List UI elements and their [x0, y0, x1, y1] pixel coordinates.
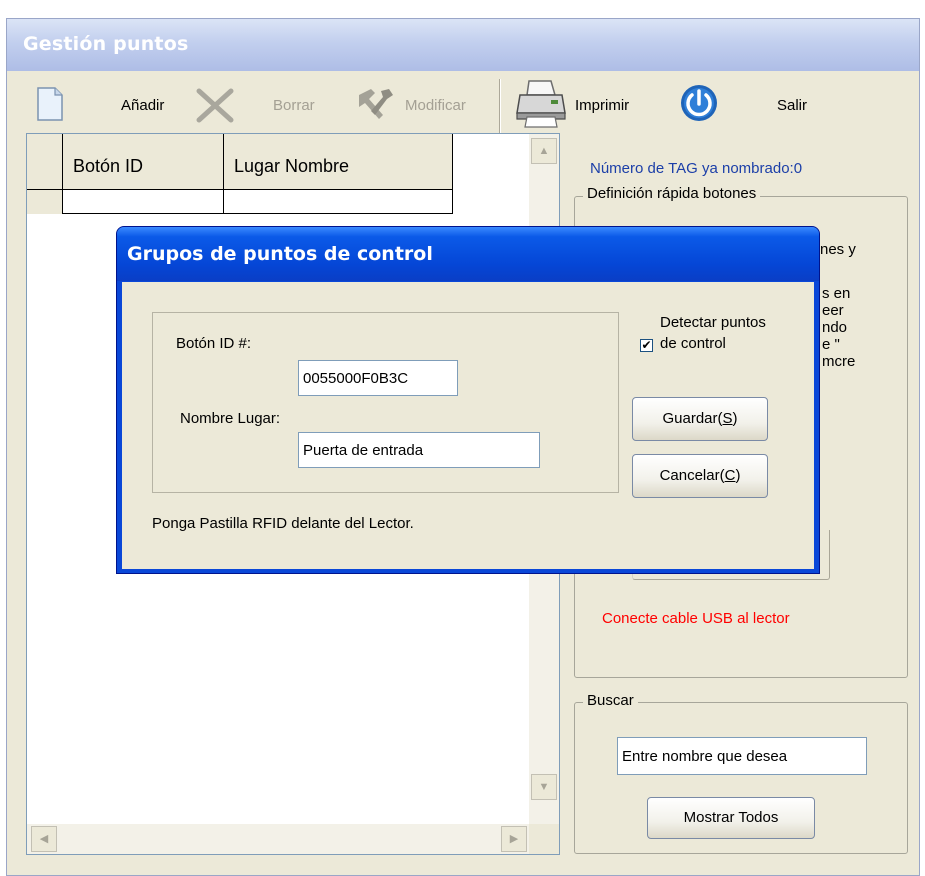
scroll-up-button[interactable]: ▲: [531, 138, 557, 164]
partial-text-line: s en: [822, 285, 851, 302]
button-id-input[interactable]: [298, 360, 458, 396]
dialog-title: Grupos de puntos de control: [127, 243, 433, 265]
row-selector[interactable]: [27, 190, 63, 214]
button-id-label: Botón ID #:: [176, 335, 252, 352]
title-bar: Gestión puntos: [7, 19, 919, 71]
scroll-down-button[interactable]: ▼: [531, 774, 557, 800]
partial-text-line: nes y: [820, 241, 856, 258]
add-button[interactable]: Añadir: [29, 81, 179, 129]
detect-checkbox-label: Detectar puntos de control: [660, 314, 766, 352]
new-document-icon: [37, 87, 63, 121]
quick-definition-legend: Definición rápida botones: [583, 185, 761, 202]
usb-status-label: Conecte cable USB al lector: [602, 610, 790, 627]
tag-count-label: Número de TAG ya nombrado:0: [590, 160, 803, 177]
exit-button[interactable]: Salir: [675, 77, 825, 133]
delete-label: Borrar: [273, 97, 315, 114]
modify-button[interactable]: Modificar: [349, 81, 499, 129]
scroll-right-button[interactable]: ▶: [501, 826, 527, 852]
control-points-dialog: Grupos de puntos de control Botón ID #: …: [116, 226, 820, 574]
horizontal-scrollbar[interactable]: ◀ ▶: [27, 824, 529, 854]
partial-text-line: e ": [822, 336, 840, 353]
place-name-input[interactable]: [298, 432, 540, 468]
cancel-button[interactable]: Cancelar(C): [632, 454, 768, 498]
search-input[interactable]: [617, 737, 867, 775]
window-title: Gestión puntos: [23, 33, 189, 55]
table-row[interactable]: [27, 190, 453, 214]
toolbar-separator: [499, 79, 501, 133]
show-all-button[interactable]: Mostrar Todos: [647, 797, 815, 839]
partial-text-line: ndo: [822, 319, 848, 336]
search-group: Buscar Mostrar Todos: [574, 692, 908, 854]
printer-icon: [516, 80, 566, 128]
show-all-label: Mostrar Todos: [683, 809, 779, 826]
column-header-label: Botón ID: [73, 156, 144, 176]
modify-tools-icon: [359, 89, 393, 119]
delete-x-icon: [196, 88, 234, 123]
partial-text-line: mcre: [822, 353, 856, 370]
dialog-title-bar[interactable]: Grupos de puntos de control: [117, 227, 819, 281]
search-legend: Buscar: [583, 692, 638, 709]
partial-text-line: eer: [822, 302, 844, 319]
save-button[interactable]: Guardar(S): [632, 397, 768, 441]
modify-label: Modificar: [405, 97, 466, 114]
add-label: Añadir: [121, 97, 165, 114]
scroll-left-button[interactable]: ◀: [31, 826, 57, 852]
print-label: Imprimir: [575, 97, 630, 114]
quick-definition-partial-text-2: s en eer ndo e " mcre: [822, 285, 882, 370]
row-header-corner: [27, 134, 63, 190]
dialog-body: Botón ID #: Nombre Lugar: ✔ Detectar pun…: [122, 282, 814, 569]
power-icon: [681, 85, 717, 121]
toolbar: Añadir Borrar Modificar Imprimir Salir: [7, 71, 919, 141]
delete-button[interactable]: Borrar: [189, 81, 339, 129]
detect-checkbox[interactable]: ✔: [640, 339, 653, 352]
rfid-hint-label: Ponga Pastilla RFID delante del Lector.: [152, 515, 414, 532]
table-cell[interactable]: [224, 190, 453, 214]
place-name-label: Nombre Lugar:: [180, 410, 281, 427]
print-button[interactable]: Imprimir: [513, 77, 663, 133]
quick-definition-partial-text: nes y: [820, 240, 880, 260]
scrollbar-corner: [529, 824, 559, 854]
table-cell[interactable]: [63, 190, 224, 214]
exit-label: Salir: [777, 97, 808, 114]
column-header-label: Lugar Nombre: [234, 156, 350, 176]
column-header-place-name[interactable]: Lugar Nombre: [224, 134, 453, 190]
column-header-button-id[interactable]: Botón ID: [63, 134, 224, 190]
cancel-label: Cancelar(C): [659, 467, 741, 484]
save-label: Guardar(S): [662, 410, 738, 427]
